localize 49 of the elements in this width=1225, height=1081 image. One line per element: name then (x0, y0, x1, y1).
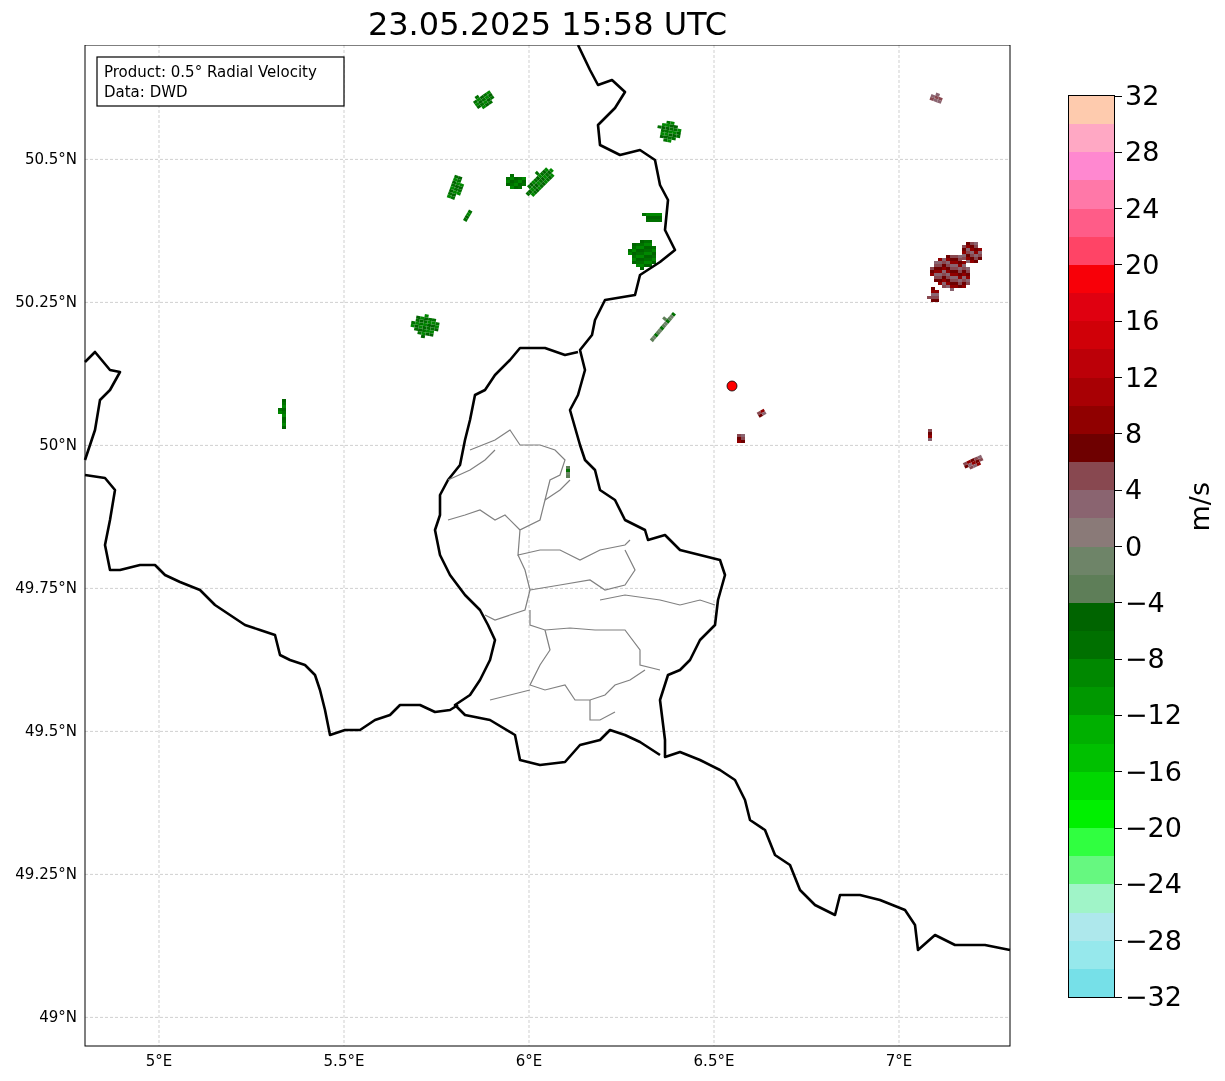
radar-echo (962, 454, 984, 470)
latitude-label: 49°N (39, 1008, 77, 1027)
colorbar-tick-label: 24 (1125, 191, 1160, 226)
colorbar-tick-label: −20 (1125, 811, 1182, 846)
chart-title: 23.05.2025 15:58 UTC (367, 4, 728, 45)
radar-echo (566, 466, 570, 478)
latitude-label: 50.25°N (15, 293, 77, 312)
radar-echo (756, 408, 767, 418)
latitude-label: 49.75°N (15, 579, 77, 598)
radar-echo (278, 399, 286, 429)
radar-echo (649, 312, 676, 343)
latitude-label: 50.5°N (24, 150, 77, 169)
radar-echo (463, 209, 473, 222)
radar-echo (928, 429, 932, 441)
info-text: Data: DWD (104, 83, 188, 101)
longitude-label: 7°E (885, 1052, 913, 1070)
colorbar-tick-label: 4 (1125, 473, 1143, 508)
colorbar-tick-label: 12 (1125, 360, 1160, 395)
radar-echo (642, 213, 662, 222)
radar-echo (472, 90, 495, 110)
colorbar-tick-label: 28 (1125, 135, 1160, 170)
colorbar-tick-label: −32 (1125, 980, 1182, 1014)
colorbar-tick-label: −28 (1125, 923, 1182, 958)
colorbar-tick-label: 0 (1125, 529, 1143, 564)
latitude-label: 49.25°N (15, 865, 77, 884)
longitude-label: 6°E (515, 1052, 543, 1070)
colorbar-tick-label: −4 (1125, 585, 1165, 620)
radar-echo (410, 314, 440, 339)
colorbar-tick-label: 32 (1125, 79, 1160, 113)
colorbar-tick-label: −12 (1125, 698, 1182, 733)
colorbar-tick-label: 20 (1125, 247, 1160, 282)
radar-echo (657, 120, 682, 143)
colorbar-tick-label: 8 (1125, 416, 1143, 451)
latitude-label: 49.5°N (24, 722, 77, 741)
colorbar-tick-label: 16 (1125, 304, 1160, 339)
colorbar-tick-label: −8 (1125, 642, 1165, 677)
longitude-label: 6.5°E (693, 1052, 735, 1070)
info-text: Product: 0.5° Radial Velocity (104, 63, 317, 81)
latitude-label: 50°N (39, 436, 77, 455)
radar-echo (929, 92, 943, 104)
colorbar-tick-label: −16 (1125, 754, 1182, 789)
radar-echo (628, 240, 656, 270)
colorbar-tick-label: −24 (1125, 867, 1182, 902)
radar-site-marker (726, 380, 738, 392)
longitude-label: 5.5°E (323, 1052, 365, 1070)
colorbar-label: m/s (1186, 481, 1213, 532)
radar-echo (737, 434, 745, 443)
radar-echo (446, 174, 465, 200)
longitude-label: 5°E (145, 1052, 173, 1070)
